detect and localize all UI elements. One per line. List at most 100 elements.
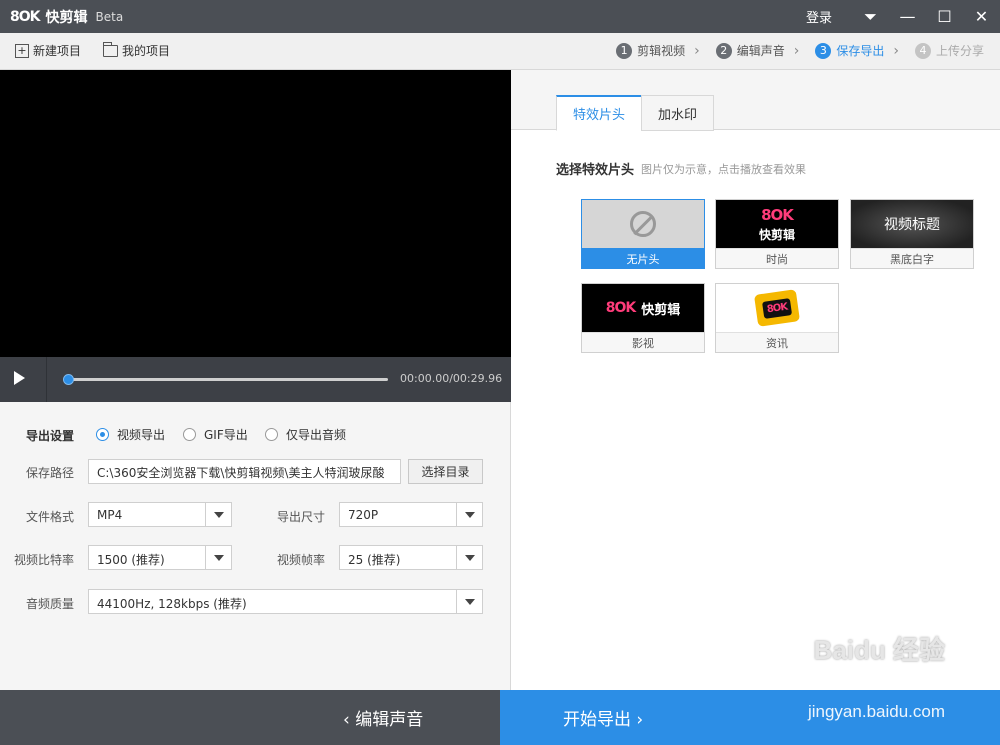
app-name: 快剪辑	[45, 10, 88, 26]
dropdown-arrow-icon	[205, 546, 231, 569]
intro-section-title: 选择特效片头	[556, 163, 635, 178]
plus-icon: +	[15, 43, 29, 58]
audio-quality-select[interactable]: 44100Hz, 128kbps (推荐)	[88, 589, 483, 614]
time-readout: 00:00.00/00:29.96	[400, 372, 503, 385]
intro-thumbnail	[582, 200, 704, 248]
intro-caption: 时尚	[716, 248, 838, 268]
radio-label: 仅导出音频	[286, 428, 347, 442]
audio-quality-label: 音频质量	[26, 597, 75, 611]
my-projects-button[interactable]: 我的项目	[103, 41, 171, 59]
new-project-label: 新建项目	[33, 44, 82, 58]
select-value: MP4	[97, 508, 123, 522]
step-progress: 1 剪辑视频 › 2 编辑声音 › 3 保存导出 › 4 上传分享	[616, 42, 984, 59]
menu-dropdown-icon[interactable]: ⏷	[852, 0, 889, 33]
login-link[interactable]: 登录	[806, 7, 832, 26]
toolbar: + 新建项目 我的项目 1 剪辑视频 › 2 编辑声音 › 3 保存导出 › 4…	[0, 33, 1000, 70]
step-label: 上传分享	[935, 44, 984, 58]
frame-rate-select[interactable]: 25 (推荐)	[339, 545, 483, 570]
intro-thumbnail: 8OK	[716, 284, 838, 332]
save-path-label: 保存路径	[26, 466, 75, 480]
close-icon[interactable]: ✕	[963, 0, 1000, 33]
intro-card-fashion[interactable]: 8OK 快剪辑 时尚	[715, 199, 839, 269]
dropdown-arrow-icon	[456, 503, 482, 526]
step-label: 保存导出	[836, 44, 885, 58]
intro-thumbnail: 8OK 快剪辑	[716, 200, 838, 248]
right-panel: 特效片头 加水印 选择特效片头 图片仅为示意，点击播放查看效果 无片头 8OK …	[511, 70, 1000, 690]
step-label: 编辑声音	[736, 44, 785, 58]
export-settings-label: 导出设置	[26, 429, 75, 443]
tab-bar: 特效片头 加水印	[511, 70, 1000, 131]
tab-watermark[interactable]: 加水印	[641, 95, 715, 131]
intro-thumbnail: 8OK 快剪辑	[582, 284, 704, 332]
my-projects-label: 我的项目	[122, 44, 171, 58]
app-logo: 8OK 快剪辑 Beta	[10, 7, 123, 27]
step-upload-share: 4 上传分享	[914, 42, 984, 59]
thumb-text: 快剪辑	[641, 302, 681, 318]
intro-caption: 资讯	[716, 332, 838, 352]
step-number: 4	[914, 42, 931, 59]
player-controls: 00:00.00/00:29.96	[0, 357, 511, 402]
chevron-right-icon: ›	[793, 42, 800, 59]
radio-label: 视频导出	[117, 428, 166, 442]
bitrate-select[interactable]: 1500 (推荐)	[88, 545, 232, 570]
bottom-left: ‹ 编辑声音	[0, 690, 500, 745]
left-panel: 00:00.00/00:29.96 导出设置 视频导出 GIF导出 仅导出音频 …	[0, 70, 511, 690]
intro-thumbnail: 视频标题	[851, 200, 973, 248]
choose-directory-button[interactable]: 选择目录	[408, 459, 483, 484]
intro-card-news[interactable]: 8OK 资讯	[715, 283, 839, 353]
step-edit-audio[interactable]: 2 编辑声音 ›	[715, 42, 806, 59]
radio-audio-only[interactable]: 仅导出音频	[265, 426, 346, 443]
watermark-url: jingyan.baidu.com	[807, 702, 945, 721]
tab-intro-effects[interactable]: 特效片头	[556, 95, 643, 131]
chevron-right-icon: ›	[694, 42, 700, 59]
app-edition: Beta	[95, 10, 124, 24]
logo-mark: 8OK	[10, 9, 40, 25]
radio-dot	[96, 428, 109, 441]
play-icon[interactable]	[14, 371, 25, 385]
dropdown-arrow-icon	[456, 546, 482, 569]
thumb-text: 视频标题	[884, 217, 940, 233]
radio-label: GIF导出	[204, 428, 248, 442]
step-number: 1	[616, 42, 633, 59]
watermark-brand: Baidu 经验	[813, 635, 945, 665]
progress-track[interactable]	[64, 378, 388, 381]
intro-caption: 黑底白字	[851, 248, 973, 268]
dropdown-arrow-icon	[205, 503, 231, 526]
divider	[46, 357, 47, 402]
logo-mark: 8OK	[761, 205, 794, 224]
title-bar: 8OK 快剪辑 Beta 登录 ⏷ — ☐ ✕	[0, 0, 1000, 33]
export-size-select[interactable]: 720P	[339, 502, 483, 527]
thumb-text: 快剪辑	[758, 227, 795, 242]
progress-handle[interactable]	[63, 374, 74, 385]
select-value: 25 (推荐)	[348, 553, 401, 567]
no-entry-icon	[630, 211, 656, 237]
file-format-select[interactable]: MP4	[88, 502, 232, 527]
maximize-icon[interactable]: ☐	[926, 0, 963, 33]
intro-section-hint: 图片仅为示意，点击播放查看效果	[641, 163, 806, 176]
chevron-right-icon: ›	[893, 42, 899, 59]
step-save-export[interactable]: 3 保存导出 ›	[815, 42, 905, 59]
logo-mark: 8OK	[761, 297, 793, 319]
select-value: 44100Hz, 128kbps (推荐)	[97, 597, 247, 611]
save-path-field[interactable]: C:\360安全浏览器下载\快剪辑视频\美主人特润玻尿酸	[88, 459, 401, 484]
start-export-button[interactable]: 开始导出 ›	[563, 690, 643, 745]
radio-dot	[183, 428, 196, 441]
intro-card-none[interactable]: 无片头	[581, 199, 705, 269]
radio-gif-export[interactable]: GIF导出	[183, 426, 248, 443]
step-label: 剪辑视频	[637, 44, 686, 58]
back-edit-audio-button[interactable]: ‹ 编辑声音	[343, 690, 423, 745]
export-settings: 导出设置 视频导出 GIF导出 仅导出音频 保存路径 C:\360安全浏览器下载…	[0, 402, 511, 690]
select-value: 720P	[348, 508, 379, 522]
radio-video-export[interactable]: 视频导出	[96, 426, 165, 443]
dropdown-arrow-icon	[456, 590, 482, 613]
minimize-icon[interactable]: —	[889, 0, 926, 33]
step-number: 3	[815, 42, 832, 59]
video-preview	[0, 70, 511, 357]
folder-icon	[103, 41, 118, 57]
intro-card-black-white[interactable]: 视频标题 黑底白字	[850, 199, 974, 269]
step-edit-video[interactable]: 1 剪辑视频 ›	[616, 42, 706, 59]
new-project-button[interactable]: + 新建项目	[15, 42, 81, 59]
intro-card-film[interactable]: 8OK 快剪辑 影视	[581, 283, 705, 353]
export-size-label: 导出尺寸	[277, 510, 326, 524]
radio-dot	[265, 428, 278, 441]
